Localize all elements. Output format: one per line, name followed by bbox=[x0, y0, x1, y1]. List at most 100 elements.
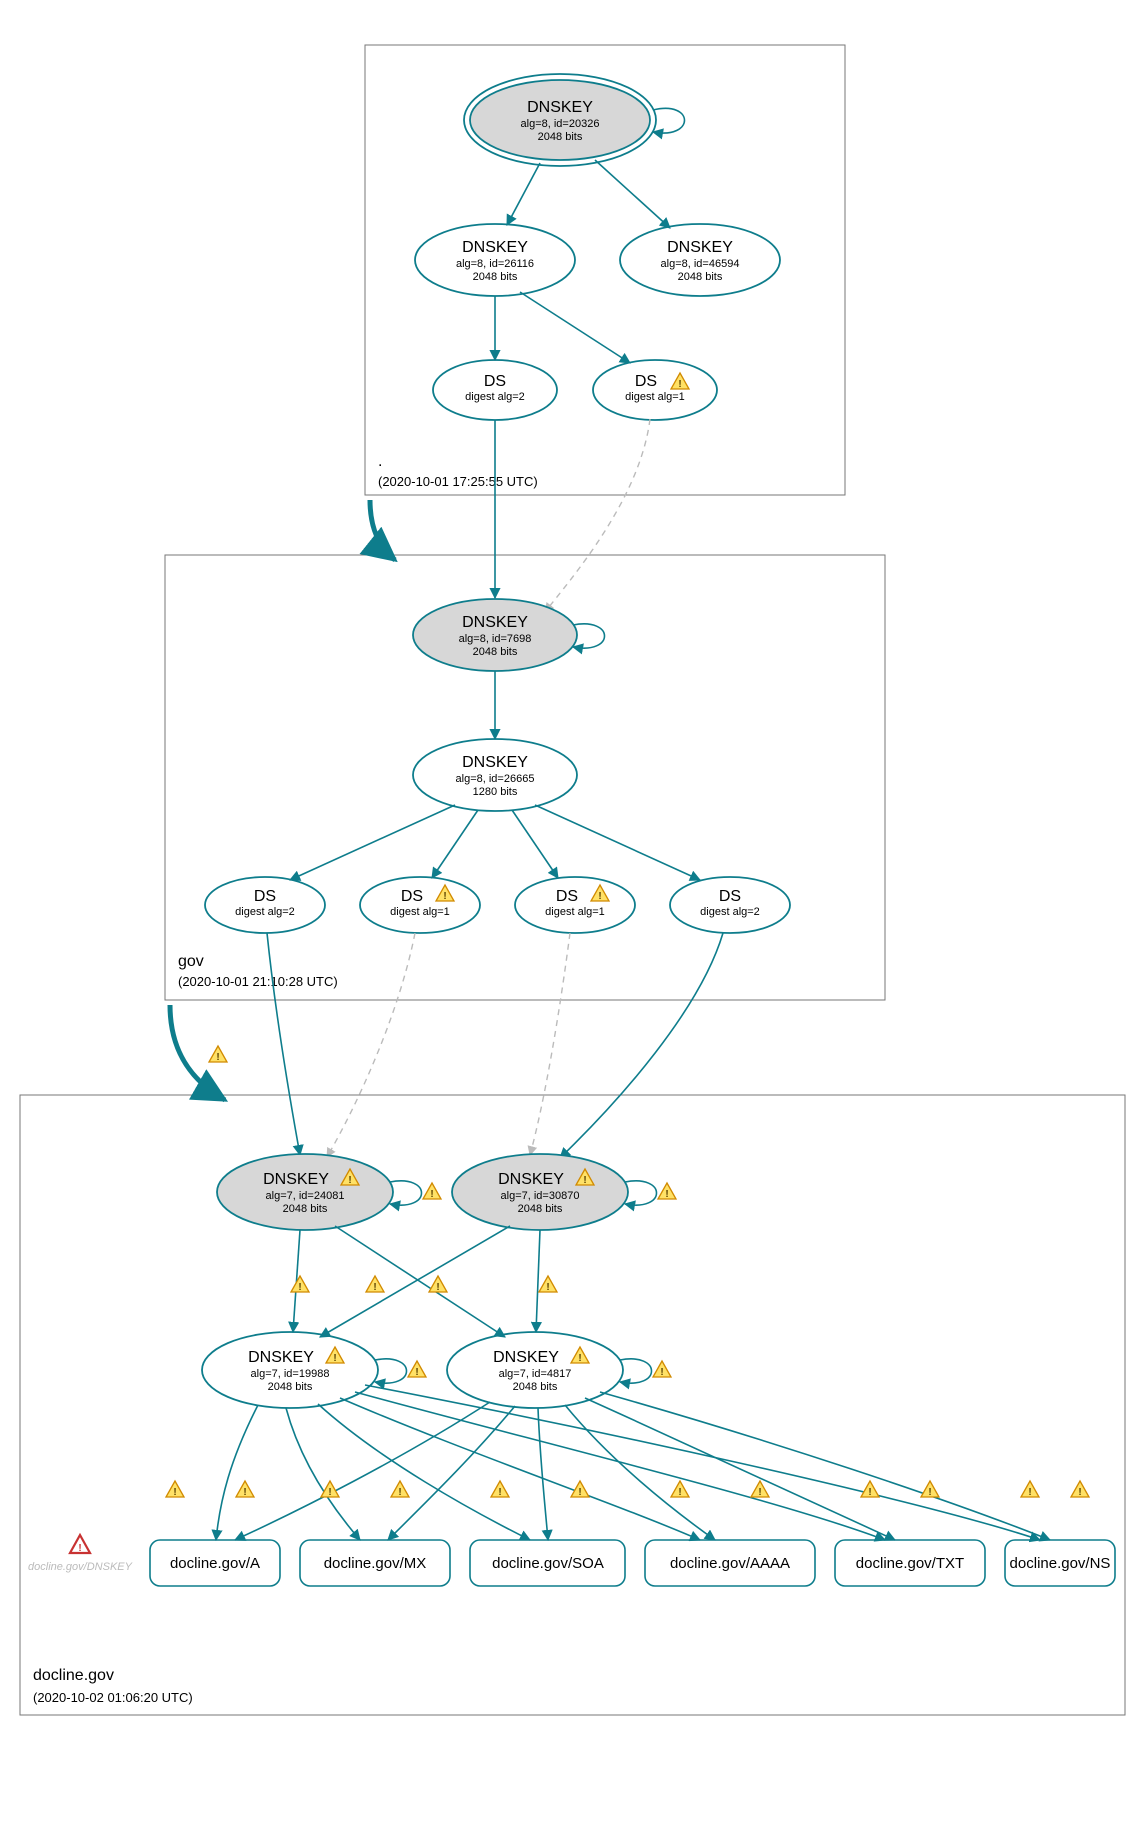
warning-icon bbox=[408, 1361, 426, 1378]
svg-text:docline.gov/TXT: docline.gov/TXT bbox=[856, 1555, 964, 1572]
svg-text:DNSKEY: DNSKEY bbox=[248, 1349, 314, 1366]
svg-text:DS: DS bbox=[254, 888, 276, 905]
svg-text:DS: DS bbox=[556, 888, 578, 905]
delegation-root-gov bbox=[370, 500, 395, 560]
svg-text:1280 bits: 1280 bits bbox=[473, 786, 518, 798]
svg-text:digest alg=2: digest alg=2 bbox=[465, 391, 525, 403]
zone-root-timestamp: (2020-10-01 17:25:55 UTC) bbox=[378, 474, 538, 489]
svg-text:docline.gov/MX: docline.gov/MX bbox=[324, 1555, 427, 1572]
node-docline-zsk2[interactable]: DNSKEY alg=7, id=4817 2048 bits bbox=[447, 1332, 623, 1408]
svg-text:digest alg=1: digest alg=1 bbox=[390, 906, 450, 918]
warning-icon bbox=[861, 1481, 879, 1498]
svg-text:alg=8, id=7698: alg=8, id=7698 bbox=[459, 633, 532, 645]
node-root-zsk1[interactable]: DNSKEY alg=8, id=26116 2048 bits bbox=[415, 224, 575, 296]
warning-icon bbox=[658, 1183, 676, 1200]
svg-text:alg=7, id=30870: alg=7, id=30870 bbox=[501, 1190, 580, 1202]
warning-icon bbox=[166, 1481, 184, 1498]
node-docline-ksk2[interactable]: DNSKEY alg=7, id=30870 2048 bits bbox=[452, 1154, 628, 1230]
warning-icon bbox=[653, 1361, 671, 1378]
svg-text:DNSKEY: DNSKEY bbox=[263, 1171, 329, 1188]
node-gov-ds-c[interactable]: DS digest alg=1 bbox=[515, 877, 635, 933]
warning-icon bbox=[671, 1481, 689, 1498]
svg-text:docline.gov/A: docline.gov/A bbox=[170, 1555, 260, 1572]
node-gov-ds-a[interactable]: DS digest alg=2 bbox=[205, 877, 325, 933]
zone-root-name: . bbox=[378, 453, 382, 470]
rrset-mx[interactable]: docline.gov/MX bbox=[300, 1540, 450, 1586]
node-gov-ksk[interactable]: DNSKEY alg=8, id=7698 2048 bits bbox=[413, 599, 577, 671]
svg-text:DNSKEY: DNSKEY bbox=[462, 239, 528, 256]
svg-text:DS: DS bbox=[484, 373, 506, 390]
svg-text:DNSKEY: DNSKEY bbox=[498, 1171, 564, 1188]
warning-icon bbox=[209, 1046, 227, 1063]
self-sign-root-ksk bbox=[653, 108, 685, 133]
warning-icon bbox=[751, 1481, 769, 1498]
node-root-ksk[interactable]: DNSKEY alg=8, id=20326 2048 bits bbox=[464, 74, 656, 166]
svg-text:alg=7, id=24081: alg=7, id=24081 bbox=[266, 1190, 345, 1202]
node-root-ds1[interactable]: DS digest alg=1 bbox=[593, 360, 717, 420]
svg-text:2048 bits: 2048 bits bbox=[473, 646, 518, 658]
warning-icon bbox=[291, 1276, 309, 1293]
edge-rootksk-zsk2 bbox=[595, 160, 670, 228]
svg-text:DNSKEY: DNSKEY bbox=[462, 614, 528, 631]
node-docline-zsk1[interactable]: DNSKEY alg=7, id=19988 2048 bits bbox=[202, 1332, 378, 1408]
svg-text:docline.gov/NS: docline.gov/NS bbox=[1010, 1555, 1111, 1572]
svg-text:2048 bits: 2048 bits bbox=[268, 1381, 313, 1393]
svg-text:DS: DS bbox=[401, 888, 423, 905]
svg-text:DNSKEY: DNSKEY bbox=[493, 1349, 559, 1366]
node-gov-ds-d[interactable]: DS digest alg=2 bbox=[670, 877, 790, 933]
svg-text:DNSKEY: DNSKEY bbox=[667, 239, 733, 256]
svg-text:2048 bits: 2048 bits bbox=[678, 271, 723, 283]
node-root-zsk2[interactable]: DNSKEY alg=8, id=46594 2048 bits bbox=[620, 224, 780, 296]
warning-icon bbox=[491, 1481, 509, 1498]
svg-text:2048 bits: 2048 bits bbox=[513, 1381, 558, 1393]
edge-rootksk-zsk1 bbox=[507, 163, 540, 225]
node-missing-dnskey[interactable]: docline.gov/DNSKEY bbox=[28, 1535, 133, 1573]
rrset-ns[interactable]: docline.gov/NS bbox=[1005, 1540, 1115, 1586]
svg-text:2048 bits: 2048 bits bbox=[473, 271, 518, 283]
svg-text:docline.gov/AAAA: docline.gov/AAAA bbox=[670, 1555, 790, 1572]
edge-ds1-govksk-insecure bbox=[545, 419, 650, 612]
rrset-a[interactable]: docline.gov/A bbox=[150, 1540, 280, 1586]
svg-text:alg=7, id=4817: alg=7, id=4817 bbox=[499, 1368, 572, 1380]
dnssec-authentication-graph: ! ! . (2020-10-01 17:25:55 UTC) DNSKEY a… bbox=[0, 0, 1145, 1838]
warning-icon bbox=[1021, 1481, 1039, 1498]
warning-icon bbox=[366, 1276, 384, 1293]
node-gov-ds-b[interactable]: DS digest alg=1 bbox=[360, 877, 480, 933]
warning-icon bbox=[429, 1276, 447, 1293]
svg-text:digest alg=2: digest alg=2 bbox=[700, 906, 760, 918]
svg-text:docline.gov/DNSKEY: docline.gov/DNSKEY bbox=[28, 1561, 133, 1573]
rrset-aaaa[interactable]: docline.gov/AAAA bbox=[645, 1540, 815, 1586]
rrset-soa[interactable]: docline.gov/SOA bbox=[470, 1540, 625, 1586]
warning-icon bbox=[921, 1481, 939, 1498]
warning-icon bbox=[321, 1481, 339, 1498]
svg-text:alg=8, id=20326: alg=8, id=20326 bbox=[521, 118, 600, 130]
edge-zsk1-ds1 bbox=[520, 292, 630, 363]
zone-gov-timestamp: (2020-10-01 21:10:28 UTC) bbox=[178, 974, 338, 989]
svg-text:alg=8, id=26116: alg=8, id=26116 bbox=[456, 258, 534, 270]
svg-text:alg=8, id=26665: alg=8, id=26665 bbox=[456, 773, 535, 785]
svg-text:DS: DS bbox=[635, 373, 657, 390]
svg-text:DS: DS bbox=[719, 888, 741, 905]
warning-icon bbox=[1071, 1481, 1089, 1498]
zone-docline-timestamp: (2020-10-02 01:06:20 UTC) bbox=[33, 1690, 193, 1705]
svg-text:2048 bits: 2048 bits bbox=[538, 131, 583, 143]
svg-text:docline.gov/SOA: docline.gov/SOA bbox=[492, 1555, 604, 1572]
svg-text:2048 bits: 2048 bits bbox=[283, 1203, 328, 1215]
svg-text:alg=8, id=46594: alg=8, id=46594 bbox=[661, 258, 740, 270]
svg-text:digest alg=1: digest alg=1 bbox=[545, 906, 605, 918]
svg-text:2048 bits: 2048 bits bbox=[518, 1203, 563, 1215]
rrset-txt[interactable]: docline.gov/TXT bbox=[835, 1540, 985, 1586]
warning-icon bbox=[391, 1481, 409, 1498]
warning-icon bbox=[423, 1183, 441, 1200]
warning-icon bbox=[236, 1481, 254, 1498]
node-gov-zsk[interactable]: DNSKEY alg=8, id=26665 1280 bits bbox=[413, 739, 577, 811]
svg-text:alg=7, id=19988: alg=7, id=19988 bbox=[251, 1368, 330, 1380]
warning-icon bbox=[539, 1276, 557, 1293]
svg-text:DNSKEY: DNSKEY bbox=[527, 99, 593, 116]
zone-gov-name: gov bbox=[178, 953, 204, 970]
svg-text:digest alg=1: digest alg=1 bbox=[625, 391, 685, 403]
error-icon bbox=[70, 1535, 90, 1554]
node-root-ds2[interactable]: DS digest alg=2 bbox=[433, 360, 557, 420]
node-docline-ksk1[interactable]: DNSKEY alg=7, id=24081 2048 bits bbox=[217, 1154, 393, 1230]
svg-text:DNSKEY: DNSKEY bbox=[462, 754, 528, 771]
